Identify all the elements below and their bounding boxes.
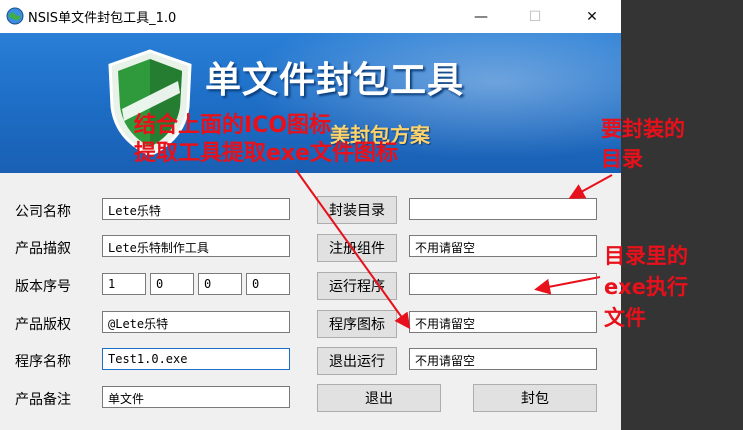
program-name-input[interactable]: Test1.0.exe <box>102 348 290 370</box>
remark-label: 产品备注 <box>15 392 71 408</box>
title-bar: NSIS单文件封包工具_1.0 — ☐ ✕ <box>0 0 621 33</box>
program-icon-input[interactable]: 不用请留空 <box>409 311 597 333</box>
company-label: 公司名称 <box>15 204 71 220</box>
exit-run-input[interactable]: 不用请留空 <box>409 348 597 370</box>
company-input[interactable]: Lete乐特 <box>102 198 290 220</box>
icon-note-line2: 提取工具提取exe文件图标 <box>134 141 399 166</box>
register-component-button[interactable]: 注册组件 <box>317 234 397 262</box>
banner-title: 单文件封包工具 <box>205 59 465 101</box>
pack-button[interactable]: 封包 <box>473 384 597 412</box>
exe-note-line1: 目录里的 <box>604 244 688 268</box>
exit-button[interactable]: 退出 <box>317 384 441 412</box>
pack-dir-button[interactable]: 封装目录 <box>317 196 397 224</box>
description-input[interactable]: Lete乐特制作工具 <box>102 235 290 257</box>
register-input[interactable]: 不用请留空 <box>409 235 597 257</box>
exe-note-line2: exe执行 <box>604 275 689 299</box>
run-program-input[interactable] <box>409 273 597 295</box>
pack-dir-input[interactable] <box>409 198 597 220</box>
close-button[interactable]: ✕ <box>567 0 617 33</box>
copyright-input[interactable]: @Lete乐特 <box>102 311 290 333</box>
version-build-input[interactable]: 0 <box>198 273 242 295</box>
description-label: 产品描叙 <box>15 241 71 257</box>
exit-run-button[interactable]: 退出运行 <box>317 347 397 375</box>
app-globe-icon <box>6 7 24 25</box>
version-minor-input[interactable]: 0 <box>150 273 194 295</box>
minimize-button[interactable]: — <box>456 0 506 33</box>
remark-input[interactable]: 单文件 <box>102 386 290 408</box>
version-major-input[interactable]: 1 <box>102 273 146 295</box>
copyright-label: 产品版权 <box>15 317 71 333</box>
version-revision-input[interactable]: 0 <box>246 273 290 295</box>
run-program-button[interactable]: 运行程序 <box>317 272 397 300</box>
pack-dir-note-line1: 要封装的 <box>601 117 685 141</box>
exe-note-line3: 文件 <box>604 306 646 330</box>
icon-note-line1: 结合上面的ICO图标 <box>134 113 332 138</box>
window-title: NSIS单文件封包工具_1.0 <box>28 11 177 26</box>
pack-dir-note-line2: 目录 <box>601 147 643 171</box>
app-window: NSIS单文件封包工具_1.0 — ☐ ✕ 单文件封包工具 美封包方案 公司名称… <box>0 0 621 430</box>
program-name-label: 程序名称 <box>15 354 71 370</box>
program-icon-button[interactable]: 程序图标 <box>317 310 397 338</box>
version-label: 版本序号 <box>15 279 71 295</box>
maximize-button[interactable]: ☐ <box>510 0 560 33</box>
